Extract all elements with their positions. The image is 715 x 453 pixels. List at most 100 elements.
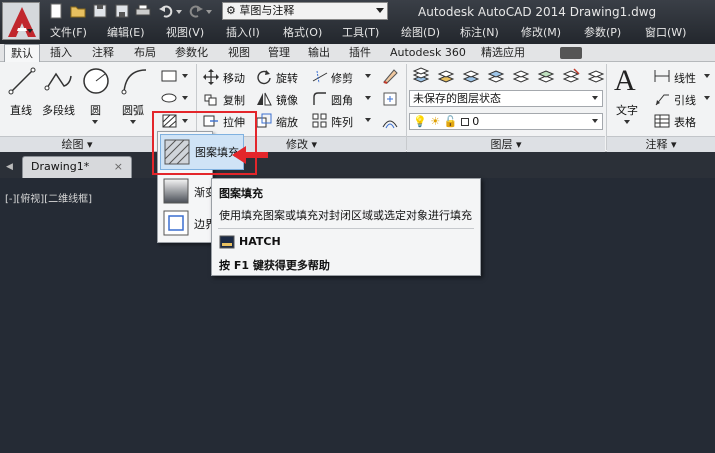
layers-panel-title: 图层 — [490, 138, 513, 151]
leader-dropdown-icon[interactable] — [704, 96, 710, 100]
menu-item-7[interactable]: 标注(N) — [460, 24, 499, 40]
application-menu-button[interactable] — [2, 2, 40, 40]
layer-off-icon[interactable] — [562, 67, 580, 88]
save-icon[interactable] — [92, 3, 108, 19]
array-button[interactable]: 阵列 — [331, 114, 353, 130]
menu-item-4[interactable]: 格式(O) — [283, 24, 322, 40]
ellipse-button[interactable] — [160, 90, 178, 106]
save-as-icon[interactable] — [114, 3, 130, 19]
menu-item-1[interactable]: 编辑(E) — [107, 24, 145, 40]
ellipse-dropdown-icon[interactable] — [182, 96, 188, 100]
layer-freeze-icon[interactable] — [537, 67, 555, 88]
layer-lock-icon[interactable] — [587, 67, 605, 88]
autocad-logo-icon — [8, 7, 36, 37]
open-file-icon[interactable] — [70, 3, 86, 19]
linear-dropdown-icon[interactable] — [704, 74, 710, 78]
polyline-button[interactable] — [44, 66, 74, 102]
fillet-dropdown-icon[interactable] — [365, 96, 371, 100]
chevron-down-icon — [592, 119, 598, 123]
circle-dropdown-icon[interactable] — [92, 120, 98, 124]
undo-dropdown-icon[interactable] — [176, 10, 182, 14]
mirror-button[interactable]: 镜像 — [276, 92, 298, 108]
workspace-select[interactable]: ⚙ 草图与注释 — [222, 2, 388, 20]
tab-output[interactable]: 输出 — [302, 44, 336, 62]
arc-button[interactable] — [120, 66, 150, 102]
tab-view[interactable]: 视图 — [222, 44, 256, 62]
leader-button[interactable]: 引线 — [674, 92, 696, 108]
tab-insert[interactable]: 插入 — [44, 44, 78, 62]
menu-item-3[interactable]: 插入(I) — [226, 24, 260, 40]
menu-item-6[interactable]: 绘图(D) — [401, 24, 440, 40]
menu-item-5[interactable]: 工具(T) — [342, 24, 379, 40]
document-tab[interactable]: Drawing1* × — [22, 156, 132, 178]
arc-dropdown-icon[interactable] — [130, 120, 136, 124]
layer-state-icon[interactable] — [437, 67, 455, 88]
gear-icon: ⚙ — [226, 4, 236, 17]
undo-icon[interactable] — [158, 3, 174, 19]
move-button[interactable]: 移动 — [223, 70, 245, 86]
offset-icon[interactable] — [381, 113, 399, 134]
rectangle-button[interactable] — [160, 68, 178, 84]
tab-plugins[interactable]: 插件 — [343, 44, 377, 62]
layer-state-select[interactable]: 未保存的图层状态 — [409, 90, 603, 107]
tab-layout[interactable]: 布局 — [128, 44, 162, 62]
scale-button[interactable]: 缩放 — [276, 114, 298, 130]
linear-dimension-icon — [654, 68, 670, 87]
trim-dropdown-icon[interactable] — [365, 74, 371, 78]
menu-item-0[interactable]: 文件(F) — [50, 24, 87, 40]
new-file-icon[interactable] — [48, 3, 64, 19]
command-icon — [219, 235, 235, 249]
explode-icon[interactable] — [381, 90, 399, 111]
layer-unisolate-icon[interactable] — [512, 67, 530, 88]
circle-button[interactable] — [81, 66, 111, 102]
sun-icon: ☀ — [430, 115, 441, 128]
menu-item-10[interactable]: 窗口(W) — [645, 24, 686, 40]
text-icon[interactable]: A — [614, 65, 636, 97]
tooltip-help: 按 F1 键获得更多帮助 — [219, 259, 330, 272]
flyout-item-boundary[interactable]: 边界 — [160, 208, 216, 238]
copy-icon — [203, 91, 219, 110]
tab-annotate[interactable]: 注释 — [86, 44, 120, 62]
ribbon-minimize-button[interactable] — [560, 47, 582, 59]
tab-autodesk-360[interactable]: Autodesk 360 — [384, 44, 472, 62]
array-dropdown-icon[interactable] — [365, 118, 371, 122]
erase-icon[interactable] — [381, 67, 399, 88]
circle-icon — [83, 68, 109, 94]
tabs-left-arrow-icon[interactable]: ◀ — [6, 162, 13, 172]
tab-default[interactable]: 默认 — [4, 44, 40, 63]
tab-parametric[interactable]: 参数化 — [169, 44, 214, 62]
layer-select[interactable]: 💡 ☀ 🔓 0 — [409, 113, 603, 130]
unlock-icon: 🔓 — [443, 115, 458, 128]
close-icon[interactable]: × — [114, 157, 123, 177]
redo-icon[interactable] — [188, 3, 204, 19]
fillet-button[interactable]: 圆角 — [331, 92, 353, 108]
flyout-item-gradient[interactable]: 渐变 — [160, 176, 216, 206]
annotation-panel-footer[interactable]: 注释 ▾ — [607, 136, 715, 152]
trim-button[interactable]: 修剪 — [331, 70, 353, 86]
table-button[interactable]: 表格 — [674, 114, 696, 130]
layer-properties-icon[interactable] — [412, 67, 430, 88]
text-dropdown-icon[interactable] — [624, 120, 630, 124]
rectangle-dropdown-icon[interactable] — [182, 74, 188, 78]
redo-dropdown-icon[interactable] — [206, 10, 212, 14]
menu-item-2[interactable]: 视图(V) — [166, 24, 204, 40]
chevron-down-icon — [592, 96, 598, 100]
line-button[interactable] — [8, 66, 36, 102]
text-button[interactable]: 文字 — [616, 102, 638, 118]
app-menu-arrow-icon[interactable] — [27, 29, 33, 33]
menu-item-8[interactable]: 修改(M) — [521, 24, 561, 40]
viewport-controls[interactable]: [-][俯视][二维线框] — [5, 190, 92, 205]
rectangle-icon — [161, 70, 177, 82]
tab-featured-apps[interactable]: 精选应用 — [475, 44, 531, 62]
menu-item-9[interactable]: 参数(P) — [584, 24, 621, 40]
print-icon[interactable] — [135, 3, 151, 19]
rotate-button[interactable]: 旋转 — [276, 70, 298, 86]
line-icon — [8, 67, 36, 95]
draw-panel-footer[interactable]: 绘图 ▾ — [0, 136, 154, 152]
layer-match-icon[interactable] — [462, 67, 480, 88]
linear-dimension-button[interactable]: 线性 — [674, 70, 696, 86]
tab-manage[interactable]: 管理 — [262, 44, 296, 62]
layer-isolate-icon[interactable] — [487, 67, 505, 88]
layers-panel-footer[interactable]: 图层 ▾ — [407, 136, 605, 152]
copy-button[interactable]: 复制 — [223, 92, 245, 108]
